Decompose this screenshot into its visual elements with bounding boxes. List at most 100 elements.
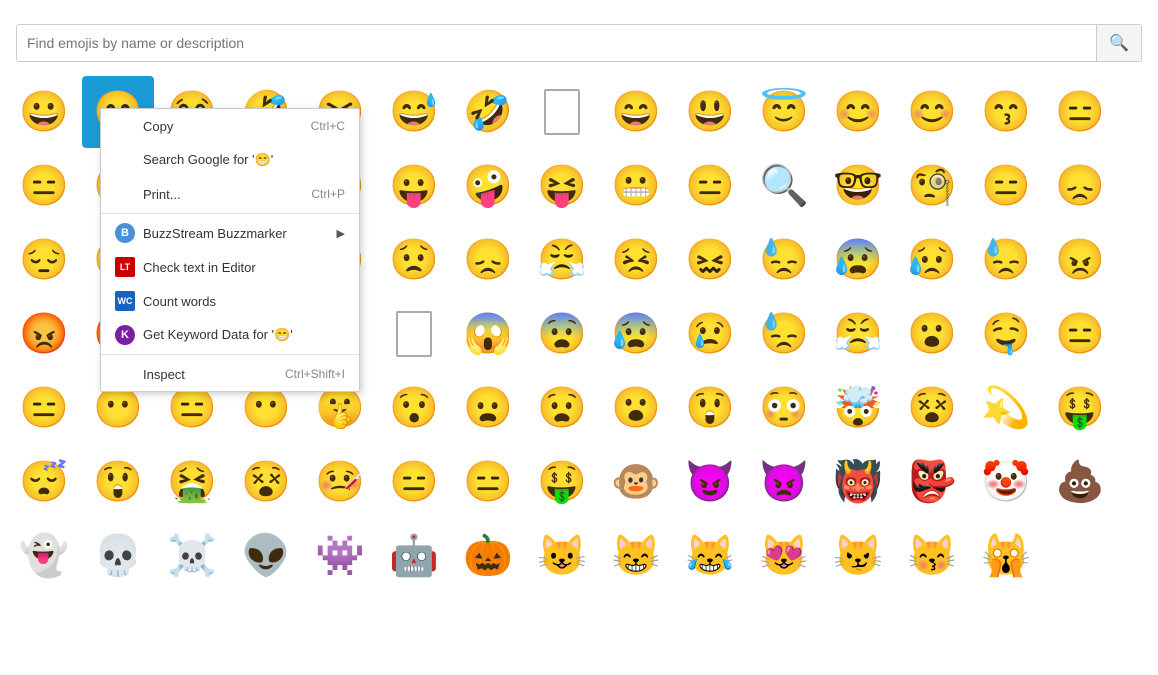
- emoji-cell[interactable]: 💫: [970, 372, 1042, 444]
- emoji-cell[interactable]: 😤: [822, 298, 894, 370]
- emoji-cell[interactable]: 😑: [970, 150, 1042, 222]
- emoji-cell[interactable]: 😵: [230, 446, 302, 518]
- emoji-cell[interactable]: 🎃: [452, 520, 524, 592]
- emoji-cell[interactable]: 🤑: [1044, 372, 1116, 444]
- emoji-cell[interactable]: 😔: [8, 224, 80, 296]
- emoji-cell[interactable]: 🤒: [304, 446, 376, 518]
- emoji-cell[interactable]: 🧐: [896, 150, 968, 222]
- emoji-cell[interactable]: 🐵: [600, 446, 672, 518]
- emoji-glyph: 🤡: [981, 462, 1031, 502]
- emoji-cell[interactable]: 😲: [674, 372, 746, 444]
- emoji-cell[interactable]: 😄: [600, 76, 672, 148]
- emoji-cell[interactable]: 😽: [896, 520, 968, 592]
- emoji-cell[interactable]: 😞: [452, 224, 524, 296]
- menu-item-languagetool[interactable]: LT Check text in Editor: [101, 250, 359, 284]
- search-input[interactable]: [17, 27, 1096, 59]
- menu-item-keyword[interactable]: K Get Keyword Data for '😁': [101, 318, 359, 352]
- emoji-cell[interactable]: 😲: [82, 446, 154, 518]
- menu-item-copy[interactable]: Copy Ctrl+C: [101, 109, 359, 143]
- emoji-cell[interactable]: 😧: [526, 372, 598, 444]
- emoji-cell[interactable]: 😺: [526, 520, 598, 592]
- emoji-cell[interactable]: 😛: [378, 150, 450, 222]
- emoji-cell[interactable]: 😥: [896, 224, 968, 296]
- emoji-cell[interactable]: 🤪: [452, 150, 524, 222]
- emoji-cell[interactable]: 👹: [822, 446, 894, 518]
- menu-item-buzzstream[interactable]: B BuzzStream Buzzmarker ▶: [101, 216, 359, 250]
- menu-item-print[interactable]: Print... Ctrl+P: [101, 177, 359, 211]
- emoji-cell[interactable]: 😓: [970, 224, 1042, 296]
- emoji-cell[interactable]: 😊: [822, 76, 894, 148]
- emoji-glyph: 😞: [463, 240, 513, 280]
- emoji-cell[interactable]: 😙: [970, 76, 1042, 148]
- emoji-cell[interactable]: 😑: [1044, 298, 1116, 370]
- emoji-cell[interactable]: 😴: [8, 446, 80, 518]
- emoji-cell[interactable]: 👿: [748, 446, 820, 518]
- emoji-cell[interactable]: 😑: [8, 150, 80, 222]
- emoji-cell[interactable]: 😮: [896, 298, 968, 370]
- menu-item-wc[interactable]: WC Count words: [101, 284, 359, 318]
- emoji-cell[interactable]: 😯: [378, 372, 450, 444]
- emoji-cell[interactable]: 😓: [748, 298, 820, 370]
- emoji-cell[interactable]: 😀: [8, 76, 80, 148]
- emoji-cell[interactable]: 😊: [896, 76, 968, 148]
- emoji-cell[interactable]: 😟: [378, 224, 450, 296]
- emoji-cell[interactable]: 🤣: [452, 76, 524, 148]
- menu-item-search-google[interactable]: Search Google for '😁': [101, 143, 359, 177]
- emoji-cell[interactable]: 😸: [600, 520, 672, 592]
- emoji-cell[interactable]: 😢: [674, 298, 746, 370]
- emoji-cell[interactable]: 😣: [600, 224, 672, 296]
- emoji-cell[interactable]: 😮: [600, 372, 672, 444]
- emoji-cell[interactable]: 😓: [748, 224, 820, 296]
- emoji-cell[interactable]: 😝: [526, 150, 598, 222]
- emoji-cell[interactable]: 💀: [82, 520, 154, 592]
- menu-item-inspect[interactable]: Inspect Ctrl+Shift+I: [101, 357, 359, 391]
- emoji-glyph: 😑: [463, 462, 513, 502]
- emoji-cell[interactable]: 😱: [452, 298, 524, 370]
- emoji-cell[interactable]: 😠: [1044, 224, 1116, 296]
- emoji-cell[interactable]: 👾: [304, 520, 376, 592]
- emoji-glyph: 👺: [907, 462, 957, 502]
- emoji-cell[interactable]: 🤖: [378, 520, 450, 592]
- emoji-cell[interactable]: 😑: [452, 446, 524, 518]
- emoji-cell[interactable]: 🤓: [822, 150, 894, 222]
- emoji-cell[interactable]: 😻: [748, 520, 820, 592]
- emoji-cell[interactable]: 😡: [8, 298, 80, 370]
- emoji-cell[interactable]: 😈: [674, 446, 746, 518]
- emoji-cell[interactable]: 😑: [8, 372, 80, 444]
- emoji-cell[interactable]: 😑: [674, 150, 746, 222]
- emoji-cell[interactable]: 💩: [1044, 446, 1116, 518]
- emoji-cell[interactable]: 🔍: [748, 150, 820, 222]
- emoji-cell[interactable]: 😖: [674, 224, 746, 296]
- emoji-cell[interactable]: 😑: [378, 446, 450, 518]
- emoji-cell[interactable]: 🙀: [970, 520, 1042, 592]
- emoji-cell[interactable]: 👺: [896, 446, 968, 518]
- emoji-cell[interactable]: 😤: [526, 224, 598, 296]
- emoji-cell[interactable]: ☠️: [156, 520, 228, 592]
- emoji-cell[interactable]: 🤮: [156, 446, 228, 518]
- emoji-glyph: 😝: [537, 166, 587, 206]
- emoji-cell[interactable]: 🤤: [970, 298, 1042, 370]
- emoji-cell[interactable]: 🤑: [526, 446, 598, 518]
- emoji-cell[interactable]: 🤡: [970, 446, 1042, 518]
- emoji-cell[interactable]: 🤯: [822, 372, 894, 444]
- emoji-cell[interactable]: 👽: [230, 520, 302, 592]
- emoji-cell[interactable]: 😅: [378, 76, 450, 148]
- emoji-cell[interactable]: [526, 76, 598, 148]
- emoji-cell[interactable]: 😇: [748, 76, 820, 148]
- search-button[interactable]: 🔍: [1096, 25, 1141, 61]
- emoji-cell[interactable]: 😃: [674, 76, 746, 148]
- emoji-cell[interactable]: 😨: [526, 298, 598, 370]
- emoji-cell[interactable]: 😳: [748, 372, 820, 444]
- emoji-cell[interactable]: 😞: [1044, 150, 1116, 222]
- emoji-cell[interactable]: 😬: [600, 150, 672, 222]
- emoji-glyph: 😶: [93, 388, 143, 428]
- emoji-cell[interactable]: 😼: [822, 520, 894, 592]
- emoji-cell[interactable]: 😰: [600, 298, 672, 370]
- emoji-cell[interactable]: 😹: [674, 520, 746, 592]
- emoji-cell[interactable]: [378, 298, 450, 370]
- emoji-cell[interactable]: 👻: [8, 520, 80, 592]
- emoji-cell[interactable]: 😵: [896, 372, 968, 444]
- emoji-cell[interactable]: 😑: [1044, 76, 1116, 148]
- emoji-cell[interactable]: 😰: [822, 224, 894, 296]
- emoji-cell[interactable]: 😦: [452, 372, 524, 444]
